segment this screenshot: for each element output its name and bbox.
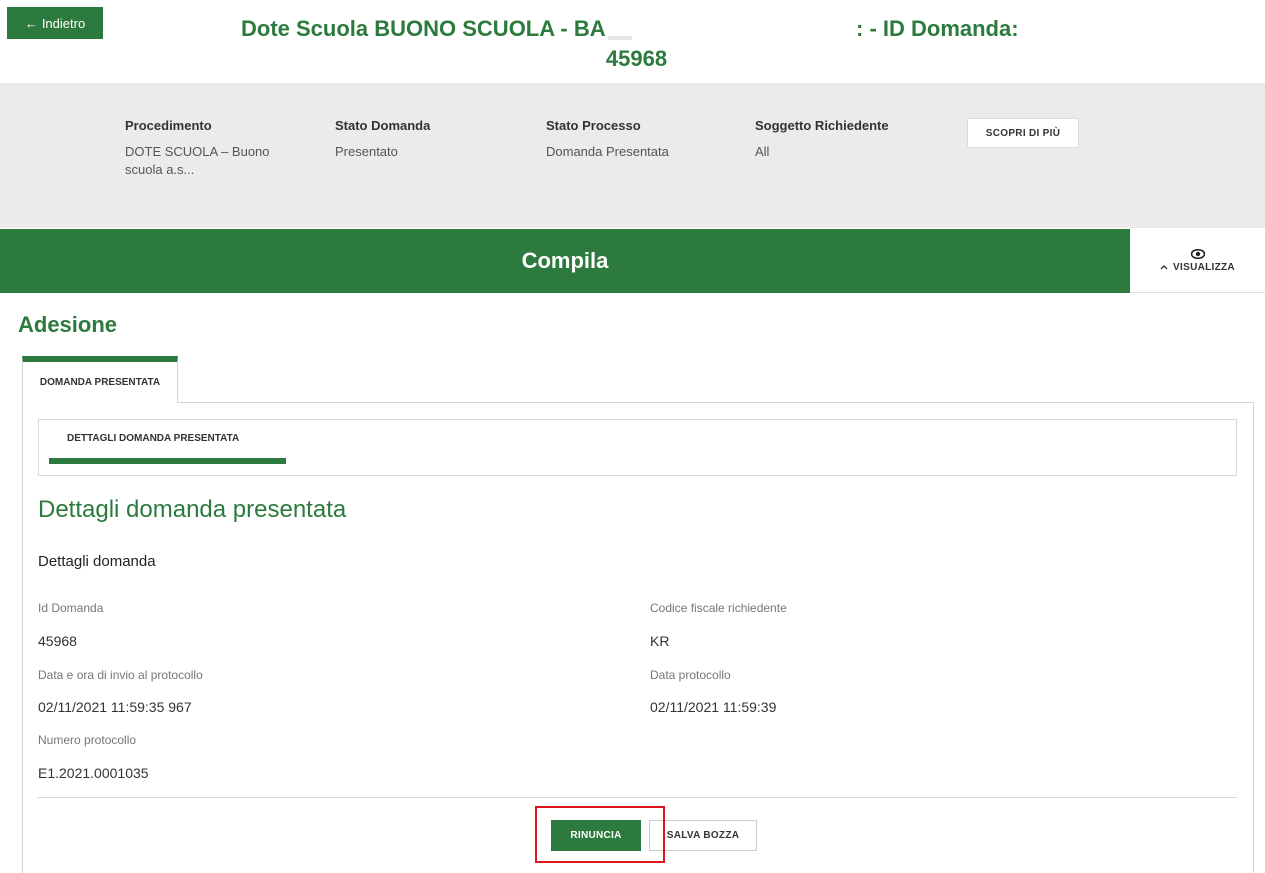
tab-domanda-presentata[interactable]: DOMANDA PRESENTATA [22, 356, 178, 403]
field-label-data-invio: Data e ora di invio al protocollo [38, 668, 203, 682]
field-value-numero-protocollo: E1.2021.0001035 [38, 765, 149, 781]
info-value: Domanda Presentata [546, 144, 669, 159]
details-title: Dettagli domanda presentata [38, 496, 347, 523]
subtab-bar [38, 419, 1237, 476]
info-label: Procedimento [125, 118, 212, 133]
field-value-data-protocollo: 02/11/2021 11:59:39 [650, 699, 777, 715]
back-button-label: Indietro [41, 15, 86, 31]
page-title-id-label: : - ID Domanda: [856, 16, 1019, 41]
details-subtitle: Dettagli domanda [38, 553, 156, 570]
field-value-id-domanda: 45968 [38, 633, 77, 649]
info-label: Soggetto Richiedente [755, 118, 889, 133]
page-title-main: Dote Scuola BUONO SCUOLA - BA [241, 16, 606, 41]
subtab-active-indicator [49, 458, 286, 464]
visualizza-button[interactable]: VISUALIZZA [1130, 229, 1265, 293]
field-label-codice-fiscale: Codice fiscale richiedente [650, 601, 787, 615]
info-value: All [755, 144, 770, 159]
info-stato-processo: Stato Processo Domanda Presentata [546, 118, 736, 161]
field-value-codice-fiscale: KR [650, 633, 670, 649]
eye-icon [1190, 248, 1205, 259]
info-label: Stato Domanda [335, 118, 431, 133]
tab-label: DOMANDA PRESENTATA [39, 377, 161, 388]
info-procedimento: Procedimento DOTE SCUOLA – Buono scuola … [125, 118, 310, 179]
back-button[interactable]: ← Indietro [7, 7, 103, 39]
field-value-data-invio: 02/11/2021 11:59:35 967 [38, 699, 192, 715]
salva-bozza-button[interactable]: SALVA BOZZA [649, 820, 757, 851]
info-value: Presentato [335, 144, 398, 159]
field-label-numero-protocollo: Numero protocollo [38, 733, 137, 747]
chevron-up-icon [1160, 265, 1168, 270]
section-title: Adesione [18, 312, 118, 337]
compila-bar: Compila [0, 229, 1130, 293]
info-stato-domanda: Stato Domanda Presentato [335, 118, 515, 161]
divider [37, 797, 1237, 798]
field-label-id-domanda: Id Domanda [38, 601, 104, 615]
info-soggetto-richiedente: Soggetto Richiedente All [755, 118, 945, 161]
highlight-annotation [535, 806, 665, 863]
visualizza-label: VISUALIZZA [1173, 261, 1235, 273]
arrow-left-icon: ← [24, 15, 38, 31]
field-label-data-protocollo: Data protocollo [650, 668, 731, 682]
redacted-text [608, 36, 632, 40]
info-label: Stato Processo [546, 118, 641, 133]
info-value: DOTE SCUOLA – Buono scuola a.s... [125, 144, 270, 177]
page-title-id: 45968 [605, 46, 668, 71]
compila-title: Compila [521, 248, 609, 273]
scopri-di-piu-button[interactable]: SCOPRI DI PIÙ [967, 118, 1079, 148]
subtab-dettagli-domanda-presentata[interactable]: DETTAGLI DOMANDA PRESENTATA [67, 433, 239, 444]
